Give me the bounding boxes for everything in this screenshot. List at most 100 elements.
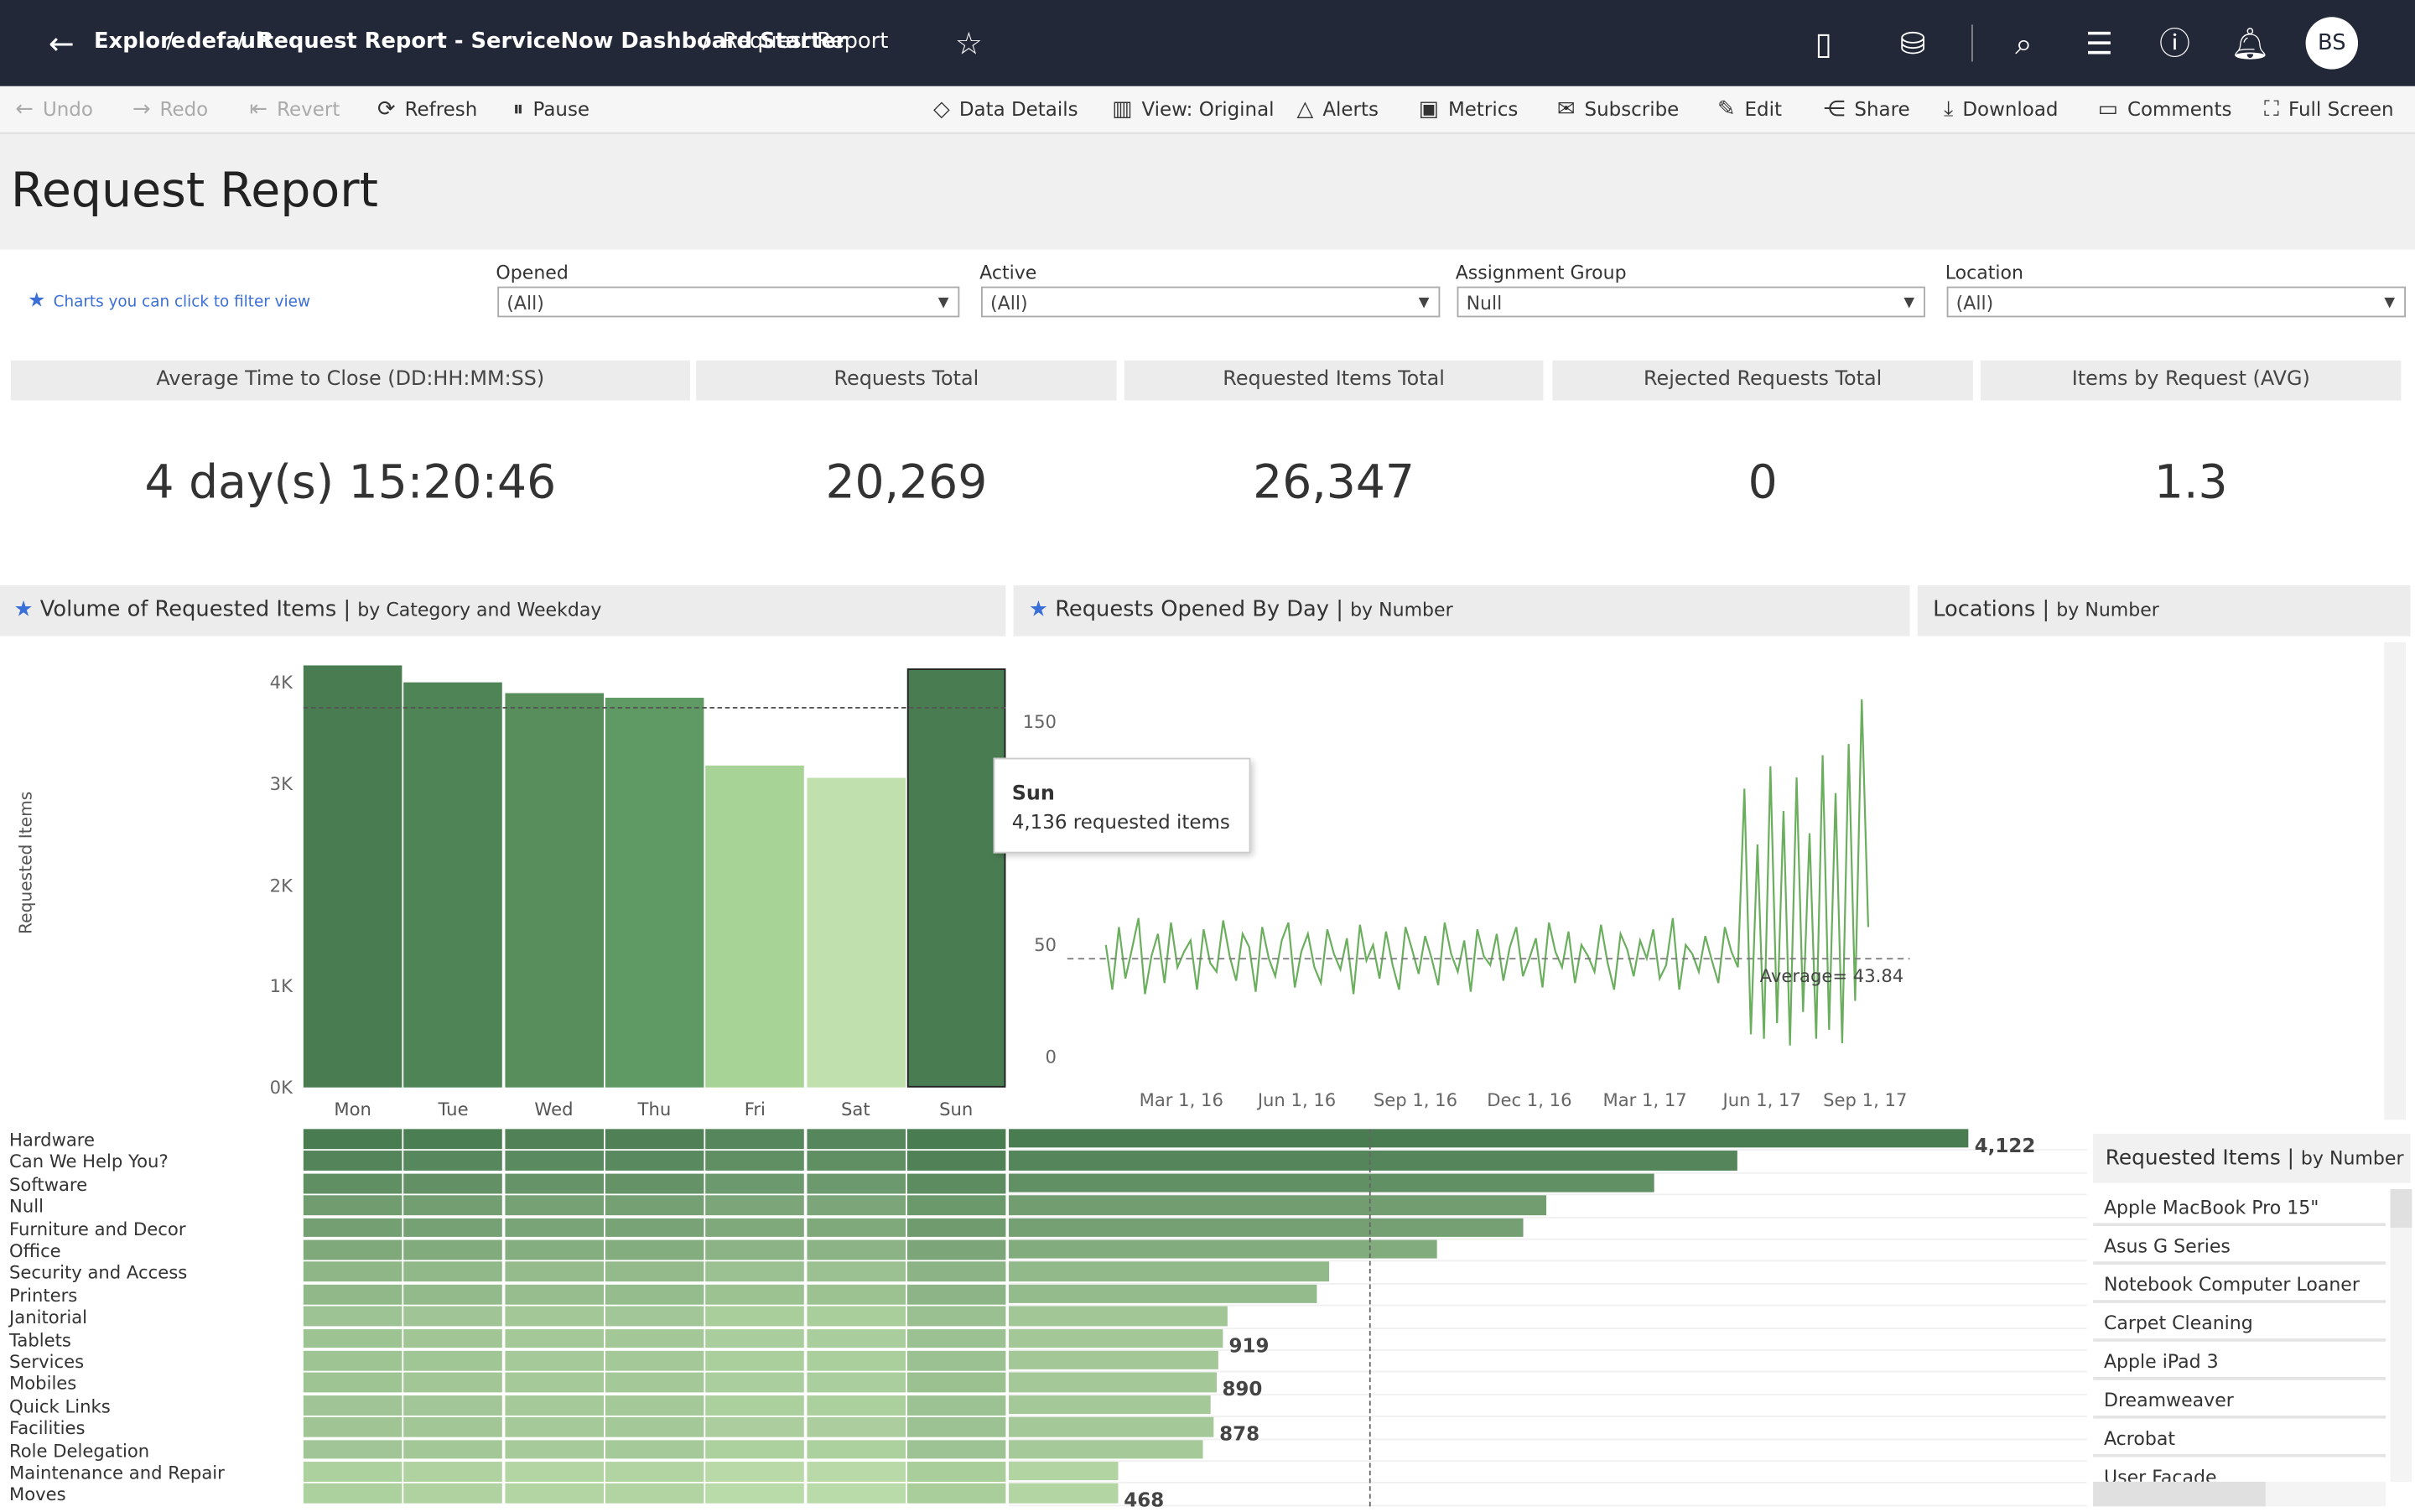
heatmap-cell[interactable]	[303, 1483, 402, 1504]
undo-button[interactable]: ← Undo	[15, 97, 93, 122]
revert-button[interactable]: ⇤ Revert	[250, 97, 340, 122]
location-row[interactable]: West Dock Bldg (2nd Fl) 2,060	[1920, 676, 2382, 711]
x-tick-label: Mar 1, 17	[1603, 1089, 1687, 1110]
help-icon[interactable]: ⓘ	[2153, 22, 2196, 65]
requested-items-hscrollbar[interactable]	[2093, 1481, 2386, 1507]
y-tick-label: 150	[1023, 711, 1057, 732]
download-button[interactable]: ⤓ Download	[1944, 97, 2059, 122]
subscribe-label: Subscribe	[1584, 96, 1680, 121]
metrics-button[interactable]: ▣ Metrics	[1419, 97, 1519, 122]
back-arrow-icon[interactable]: ←	[40, 22, 83, 65]
location-name: Blue Fin (11th Fl)	[1926, 948, 2085, 971]
subscribe-button[interactable]: ✉ Subscribe	[1557, 97, 1679, 122]
location-row[interactable]: West Dock Bldg (1st Fl) 1,013	[1920, 911, 2382, 946]
category-bar[interactable]	[1009, 1129, 1969, 1149]
redo-button[interactable]: → Redo	[132, 97, 208, 122]
x-tick-label: Mar 1, 16	[1140, 1089, 1223, 1110]
location-row[interactable]: Kirkland (3rd Fl) 1,993	[1920, 709, 2382, 745]
weekday-bar[interactable]	[705, 765, 805, 1088]
filter-dropdown[interactable]: (All) ▼	[980, 286, 1441, 318]
heatmap-cell[interactable]	[605, 1151, 704, 1172]
share-button[interactable]: ⋲ Share	[1824, 97, 1910, 122]
heatmap-cell[interactable]	[705, 1483, 805, 1504]
requests-line-chart[interactable]: 0 50 150 Mar 1, 16 Jun 1, 16 Sep 1, 16 Dec 1, …	[1014, 639, 1923, 1116]
heatmap-cell[interactable]	[303, 1151, 402, 1172]
pause-button[interactable]: ⏸︎ Pause	[513, 97, 589, 122]
heatmap-cell[interactable]	[906, 1483, 1006, 1504]
filter-dropdown[interactable]: (All) ▼	[497, 286, 960, 318]
location-row[interactable]: Lake View (2nd Fl) 1,788	[1920, 777, 2382, 812]
breadcrumb-item[interactable]: Request Report	[722, 29, 888, 54]
requested-item-row[interactable]: Dreamweaver	[2093, 1382, 2386, 1419]
refresh-button[interactable]: ⟳ Refresh	[377, 97, 477, 122]
location-row[interactable]: Blue Fin (5th Fl) 854	[1920, 1011, 2382, 1047]
favorite-star-icon[interactable]: ☆	[948, 22, 990, 65]
heatmap-cell[interactable]	[403, 1151, 503, 1172]
heatmap-cell[interactable]	[504, 1151, 604, 1172]
full-screen-button[interactable]: ⛶ Full Screen	[2264, 97, 2394, 122]
heatmap-cell[interactable]	[303, 1129, 402, 1149]
requested-item-row[interactable]: Asus G Series	[2093, 1228, 2386, 1265]
category-bar[interactable]	[1009, 1483, 1118, 1504]
location-row[interactable]: Plaza (4th Fl) 1,437	[1920, 810, 2382, 845]
kpi-value: 4 day(s) 15:20:46	[144, 455, 557, 510]
filter-value: (All)	[1955, 292, 1994, 314]
heatmap-cell[interactable]	[605, 1483, 704, 1504]
data-source-icon[interactable]: ⛁	[1892, 22, 1935, 65]
y-tick-label: 4K	[269, 671, 293, 694]
weekday-bar[interactable]	[806, 777, 906, 1088]
kpi-value: 1.3	[2153, 455, 2228, 510]
heatmap-cell[interactable]	[504, 1483, 604, 1504]
notifications-bell-icon[interactable]: 🔔︎	[2229, 22, 2272, 65]
heatmap-cell[interactable]	[806, 1129, 906, 1149]
location-row[interactable]: Kirkland (1st Fl) 784	[1920, 1045, 2382, 1080]
location-value: 784	[2319, 1045, 2382, 1076]
requested-item-row[interactable]: Apple iPad 3	[2093, 1343, 2386, 1380]
search-icon[interactable]: ⌕	[2002, 22, 2045, 65]
heatmap-cell[interactable]	[605, 1129, 704, 1149]
category-bar[interactable]	[1009, 1151, 1737, 1171]
heatmap-cell[interactable]	[705, 1151, 805, 1172]
location-row[interactable]: Lake View (2nd Fl Annex) 751	[1920, 1078, 2382, 1114]
weekday-bar[interactable]	[504, 693, 604, 1088]
requested-items-scrollbar[interactable]	[2390, 1188, 2412, 1482]
data-details-button[interactable]: ◇ Data Details	[933, 97, 1078, 122]
edit-button[interactable]: ✎ Edit	[1717, 97, 1782, 122]
weekday-bar[interactable]	[403, 682, 503, 1088]
heatmap-cell[interactable]	[806, 1483, 906, 1504]
location-row[interactable]: Lake View (4th Fl) 2,427	[1920, 642, 2382, 678]
tag-icon: ◇	[933, 96, 950, 122]
requested-item-row[interactable]: Carpet Cleaning	[2093, 1305, 2386, 1342]
filter-dropdown[interactable]: Null ▼	[1457, 286, 1925, 318]
location-row[interactable]: Remote - USCA 912	[1920, 978, 2382, 1013]
location-row[interactable]: Lake Union Cntr (1st Fl) 1,991	[1920, 743, 2382, 778]
heatmap-cell[interactable]	[403, 1483, 503, 1504]
avatar[interactable]: BS	[2305, 17, 2359, 70]
location-name: Plaza (2nd Fl)	[1926, 881, 2053, 904]
weekday-bar[interactable]	[906, 668, 1006, 1088]
weekday-bar[interactable]	[605, 697, 704, 1088]
heatmap-cell[interactable]	[403, 1129, 503, 1149]
requested-item-row[interactable]: Apple MacBook Pro 15"	[2093, 1189, 2386, 1227]
comments-button[interactable]: ▭ Comments	[2098, 97, 2232, 122]
location-row[interactable]: Blue Fin (11th Fl) 974	[1920, 944, 2382, 979]
location-row[interactable]: West Dock Bldg (3rd Fl) 1,374	[1920, 844, 2382, 879]
heatmap-cell[interactable]	[806, 1151, 906, 1172]
device-preview-icon[interactable]: ▯	[1802, 22, 1845, 65]
weekday-bar[interactable]	[303, 665, 402, 1088]
heatmap-cell[interactable]	[705, 1129, 805, 1149]
y-tick-label: 3K	[269, 772, 293, 795]
heatmap-cell[interactable]	[906, 1151, 1006, 1172]
alerts-label: Alerts	[1322, 96, 1379, 121]
location-row[interactable]: Plaza (2nd Fl) 1,271	[1920, 877, 2382, 912]
view-button[interactable]: ▥ View: Original	[1112, 97, 1274, 122]
location-name: West Dock Bldg (2nd Fl)	[1926, 680, 2149, 703]
requested-item-row[interactable]: Acrobat	[2093, 1420, 2386, 1457]
heatmap-cell[interactable]	[504, 1129, 604, 1149]
alerts-button[interactable]: △ Alerts	[1297, 97, 1379, 122]
locations-scrollbar[interactable]	[2384, 642, 2406, 1120]
requested-item-row[interactable]: Notebook Computer Loaner	[2093, 1266, 2386, 1303]
filter-dropdown[interactable]: (All) ▼	[1946, 286, 2406, 318]
recommendations-icon[interactable]: ☰	[2078, 22, 2121, 65]
heatmap-cell[interactable]	[906, 1129, 1006, 1149]
